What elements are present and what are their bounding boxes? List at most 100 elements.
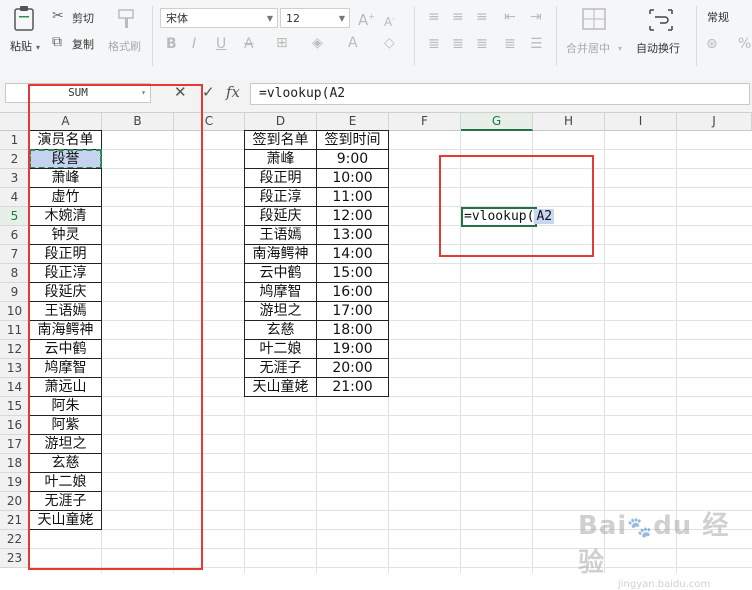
- cell-e5[interactable]: 12:00: [316, 206, 389, 226]
- cell-e12[interactable]: 19:00: [316, 339, 389, 359]
- cell-d10[interactable]: 游坦之: [244, 301, 317, 321]
- strikethrough-icon[interactable]: A: [244, 37, 254, 51]
- bold-icon[interactable]: B: [166, 37, 177, 51]
- column-header-g[interactable]: G: [461, 113, 533, 131]
- column-header-f[interactable]: F: [389, 113, 461, 131]
- clear-format-icon[interactable]: ◇: [384, 36, 395, 50]
- row-header-14[interactable]: 14: [0, 378, 30, 397]
- row-header-13[interactable]: 13: [0, 359, 30, 378]
- cell-d14[interactable]: 天山童姥: [244, 377, 317, 397]
- cell-e9[interactable]: 16:00: [316, 282, 389, 302]
- row-header-20[interactable]: 20: [0, 492, 30, 511]
- row-header-3[interactable]: 3: [0, 169, 30, 188]
- cut-button[interactable]: ✂ 剪切: [52, 9, 102, 27]
- cell-a4[interactable]: 虚竹: [29, 187, 102, 207]
- cancel-icon[interactable]: ✕: [174, 83, 187, 101]
- cell-d12[interactable]: 叶二娘: [244, 339, 317, 359]
- underline-icon[interactable]: U: [216, 37, 226, 51]
- column-header-b[interactable]: B: [102, 113, 174, 131]
- cell-d4[interactable]: 段正淳: [244, 187, 317, 207]
- column-header-j[interactable]: J: [677, 113, 752, 131]
- active-edit-cell[interactable]: =vlookup(A2: [461, 207, 555, 227]
- align-middle-icon[interactable]: ≡: [452, 10, 464, 24]
- row-header-5[interactable]: 5: [0, 207, 30, 226]
- cell-e13[interactable]: 20:00: [316, 358, 389, 378]
- column-header-i[interactable]: I: [605, 113, 677, 131]
- cell-e10[interactable]: 17:00: [316, 301, 389, 321]
- cell-a19[interactable]: 叶二娘: [29, 472, 102, 492]
- cell-a13[interactable]: 鸠摩智: [29, 358, 102, 378]
- row-header-22[interactable]: 22: [0, 530, 30, 549]
- name-box[interactable]: SUM ▾: [5, 83, 151, 103]
- cell-d3[interactable]: 段正明: [244, 168, 317, 188]
- align-left-icon[interactable]: ≣: [428, 37, 440, 51]
- cell-a11[interactable]: 南海鳄神: [29, 320, 102, 340]
- row-header-6[interactable]: 6: [0, 226, 30, 245]
- cell-a16[interactable]: 阿紫: [29, 415, 102, 435]
- row-header-19[interactable]: 19: [0, 473, 30, 492]
- row-header-11[interactable]: 11: [0, 321, 30, 340]
- column-header-h[interactable]: H: [533, 113, 605, 131]
- row-header-10[interactable]: 10: [0, 302, 30, 321]
- cell-d2[interactable]: 萧峰: [244, 149, 317, 169]
- decrease-font-icon[interactable]: A-: [384, 12, 395, 29]
- row-header-16[interactable]: 16: [0, 416, 30, 435]
- row-header-15[interactable]: 15: [0, 397, 30, 416]
- format-painter-button[interactable]: 格式刷: [106, 6, 148, 54]
- align-center-icon[interactable]: ≣: [452, 37, 464, 51]
- cell-a12[interactable]: 云中鹤: [29, 339, 102, 359]
- cell-a8[interactable]: 段正淳: [29, 263, 102, 283]
- wrap-text-button[interactable]: 自动换行: [632, 6, 692, 56]
- indent-decrease-icon[interactable]: ⇤: [504, 10, 516, 24]
- cell-a10[interactable]: 王语嫣: [29, 301, 102, 321]
- border-icon[interactable]: ⊞: [276, 36, 288, 50]
- cell-a17[interactable]: 游坦之: [29, 434, 102, 454]
- cell-d7[interactable]: 南海鳄神: [244, 244, 317, 264]
- cell-a3[interactable]: 萧峰: [29, 168, 102, 188]
- cell-e2[interactable]: 9:00: [316, 149, 389, 169]
- paste-button[interactable]: 粘贴 ▾: [6, 6, 42, 54]
- cell-a15[interactable]: 阿朱: [29, 396, 102, 416]
- row-header-8[interactable]: 8: [0, 264, 30, 283]
- cell-d9[interactable]: 鸠摩智: [244, 282, 317, 302]
- align-top-icon[interactable]: ≡: [428, 10, 440, 24]
- row-header-12[interactable]: 12: [0, 340, 30, 359]
- cell-d6[interactable]: 王语嫣: [244, 225, 317, 245]
- formula-input[interactable]: =vlookup(A2: [250, 83, 750, 105]
- cell-e8[interactable]: 15:00: [316, 263, 389, 283]
- column-header-a[interactable]: A: [30, 113, 102, 131]
- cell-e7[interactable]: 14:00: [316, 244, 389, 264]
- row-header-18[interactable]: 18: [0, 454, 30, 473]
- cell-a2[interactable]: 段誉: [29, 149, 102, 169]
- select-all-corner[interactable]: [0, 113, 30, 131]
- column-header-c[interactable]: C: [174, 113, 245, 131]
- cell-a14[interactable]: 萧远山: [29, 377, 102, 397]
- percent-icon[interactable]: %: [738, 37, 751, 51]
- cell-e1-header[interactable]: 签到时间: [316, 130, 389, 150]
- cell-d11[interactable]: 玄慈: [244, 320, 317, 340]
- number-format-select[interactable]: 常规: [702, 8, 752, 28]
- cell-a7[interactable]: 段正明: [29, 244, 102, 264]
- justify-icon[interactable]: ≣: [504, 37, 516, 51]
- cell-d1-header[interactable]: 签到名单: [244, 130, 317, 150]
- row-header-9[interactable]: 9: [0, 283, 30, 302]
- cell-a1-header[interactable]: 演员名单: [29, 130, 102, 150]
- cell-a20[interactable]: 无涯子: [29, 491, 102, 511]
- row-header-2[interactable]: 2: [0, 150, 30, 169]
- cell-e4[interactable]: 11:00: [316, 187, 389, 207]
- row-header-17[interactable]: 17: [0, 435, 30, 454]
- cell-a18[interactable]: 玄慈: [29, 453, 102, 473]
- merge-center-button[interactable]: 合并居中 ▾: [564, 6, 626, 56]
- fx-icon[interactable]: fx: [226, 83, 240, 101]
- column-header-d[interactable]: D: [245, 113, 317, 131]
- fill-color-icon[interactable]: ◈: [312, 36, 323, 50]
- font-name-select[interactable]: 宋体 ▼: [160, 8, 278, 28]
- confirm-icon[interactable]: ✓: [202, 83, 215, 101]
- font-size-select[interactable]: 12 ▼: [280, 8, 350, 28]
- align-right-icon[interactable]: ≣: [476, 37, 488, 51]
- cell-a6[interactable]: 钟灵: [29, 225, 102, 245]
- row-header-1[interactable]: 1: [0, 131, 30, 150]
- cell-d5[interactable]: 段延庆: [244, 206, 317, 226]
- cell-e14[interactable]: 21:00: [316, 377, 389, 397]
- row-header-7[interactable]: 7: [0, 245, 30, 264]
